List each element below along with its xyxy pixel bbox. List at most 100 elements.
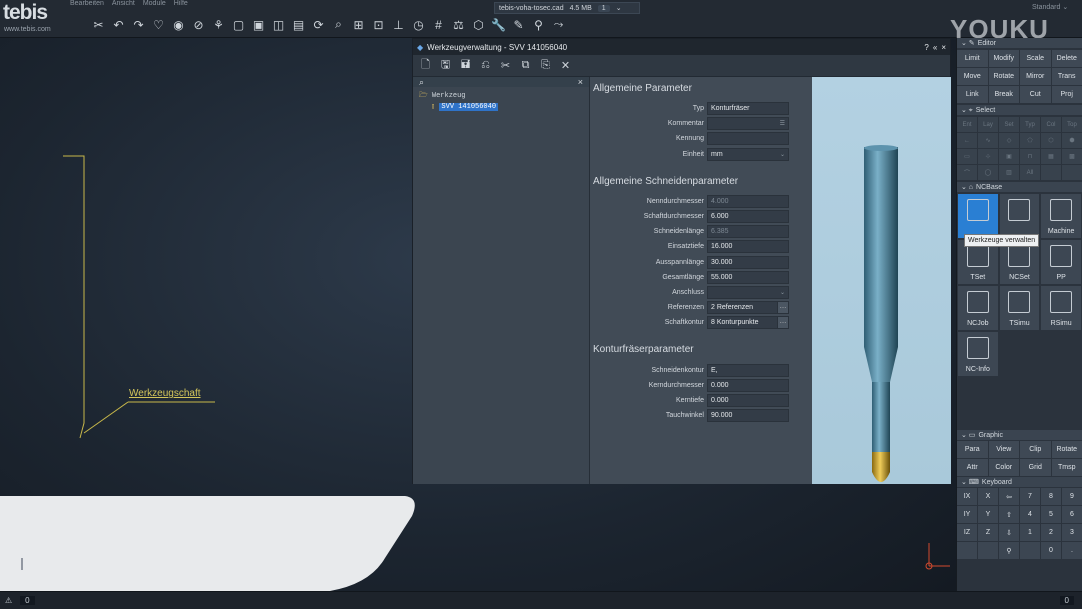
rsimu-button[interactable]: RSimu bbox=[1041, 286, 1081, 330]
schaftkontur-field[interactable]: 8 Konturpunkte… bbox=[707, 316, 789, 330]
select-solid-icon[interactable]: ⬡ bbox=[1041, 133, 1061, 148]
layout-selector[interactable]: Standard ⌄ bbox=[1032, 3, 1068, 11]
rotate-view-button[interactable]: Rotate bbox=[1051, 441, 1082, 458]
link-button[interactable]: Link bbox=[957, 86, 988, 103]
clip-button[interactable]: Clip bbox=[1020, 441, 1051, 458]
keyboard-header[interactable]: ⌄ ⌨ Keyboard bbox=[957, 477, 1082, 487]
key-probe-icon[interactable]: ⚲ bbox=[999, 542, 1019, 559]
select-line-icon[interactable]: ← bbox=[957, 133, 977, 148]
grid-button[interactable]: Grid bbox=[1020, 459, 1051, 476]
select-mesh-icon[interactable]: ⬢ bbox=[1062, 133, 1082, 148]
select-tab-top[interactable]: Top bbox=[1062, 117, 1082, 132]
color-button[interactable]: Color bbox=[988, 459, 1019, 476]
schneidenkontur-field[interactable]: E, bbox=[707, 363, 789, 377]
menu-hilfe[interactable]: Hilfe bbox=[174, 0, 188, 13]
import-icon[interactable]: ⎌ bbox=[478, 58, 493, 73]
refresh-icon[interactable]: ⟳ bbox=[310, 16, 327, 33]
edit-icon[interactable]: ☰ bbox=[780, 120, 785, 127]
search-icon[interactable]: ⌕ bbox=[419, 77, 424, 88]
copy-icon[interactable]: ⧉ bbox=[518, 58, 533, 73]
key-y[interactable]: Y bbox=[978, 506, 998, 523]
ausspannlaenge-field[interactable]: 30.000 bbox=[707, 255, 789, 269]
more-button[interactable]: … bbox=[777, 316, 789, 330]
menu-ansicht[interactable]: Ansicht bbox=[112, 0, 135, 13]
select-box-icon[interactable]: ▭ bbox=[957, 149, 977, 164]
key-iz[interactable]: IZ bbox=[957, 524, 977, 541]
select-arc-icon[interactable]: ⌒ bbox=[957, 165, 977, 180]
dialog-title-bar[interactable]: ◆ Werkzeugverwaltung - SVV 141056040 ? «… bbox=[413, 39, 950, 55]
key-3[interactable]: 3 bbox=[1062, 524, 1082, 541]
stock-button[interactable] bbox=[999, 194, 1040, 238]
tauchwinkel-field[interactable]: 90.000 bbox=[707, 409, 789, 423]
key-down-icon[interactable]: ⇩ bbox=[999, 524, 1019, 541]
proj-button[interactable]: Proj bbox=[1051, 86, 1082, 103]
key-iy[interactable]: IY bbox=[957, 506, 977, 523]
document-tab[interactable]: tebis-voha-tosec.cad 4.5 MB 1 ⌄ bbox=[494, 2, 640, 14]
tree-search-bar[interactable]: ⌕ × bbox=[413, 77, 589, 87]
menu-module[interactable]: Module bbox=[143, 0, 166, 13]
delete-button[interactable]: Delete bbox=[1051, 50, 1082, 67]
gesamtlaenge-field[interactable]: 55.000 bbox=[707, 270, 789, 284]
select-grid-icon[interactable]: ▦ bbox=[1041, 149, 1061, 164]
key-4[interactable]: 4 bbox=[1020, 506, 1040, 523]
new-file-icon[interactable]: 🗋 bbox=[418, 58, 433, 73]
select-tab-set[interactable]: Set bbox=[999, 117, 1019, 132]
delete-icon[interactable]: ✕ bbox=[558, 58, 573, 73]
tsimu-button[interactable]: TSimu bbox=[999, 286, 1040, 330]
fit-icon[interactable]: ⊞ bbox=[350, 16, 367, 33]
collapse-button[interactable]: « bbox=[933, 43, 937, 52]
frame-icon[interactable]: ⊡ bbox=[370, 16, 387, 33]
key-0[interactable]: 0 bbox=[1041, 542, 1061, 559]
schaftdurchmesser-field[interactable]: 6.000 bbox=[707, 210, 789, 224]
menu-bearbeiten[interactable]: Bearbeiten bbox=[70, 0, 104, 13]
cut-icon[interactable]: ✂ bbox=[498, 58, 513, 73]
modify-button[interactable]: Modify bbox=[988, 50, 1019, 67]
ncbase-header[interactable]: ⌄ ⌂ NCBase bbox=[957, 182, 1082, 192]
select-face-icon[interactable]: ◇ bbox=[999, 133, 1019, 148]
search-icon[interactable]: ⌕ bbox=[330, 16, 347, 33]
help-button[interactable]: ? bbox=[924, 43, 928, 52]
undo-icon[interactable]: ↶ bbox=[110, 16, 127, 33]
einsatztiefe-field[interactable]: 16.000 bbox=[707, 240, 789, 254]
save-as-icon[interactable]: 🖬 bbox=[458, 58, 473, 73]
machine-button[interactable]: Machine bbox=[1041, 194, 1081, 238]
tool-manager-button[interactable] bbox=[958, 194, 998, 238]
kerndurchmesser-field[interactable]: 0.000 bbox=[707, 378, 789, 392]
kennung-field[interactable] bbox=[707, 132, 789, 146]
view-button[interactable]: View bbox=[988, 441, 1019, 458]
save-icon[interactable]: 🖫 bbox=[438, 58, 453, 73]
ncjob-button[interactable]: NCJob bbox=[958, 286, 998, 330]
key-ix[interactable]: IX bbox=[957, 488, 977, 505]
cut-icon[interactable]: ✂ bbox=[90, 16, 107, 33]
key-1[interactable]: 1 bbox=[1020, 524, 1040, 541]
key-2[interactable]: 2 bbox=[1041, 524, 1061, 541]
select-set-icon[interactable]: ▥ bbox=[999, 165, 1019, 180]
kerntiefe-field[interactable]: 0.000 bbox=[707, 393, 789, 407]
tmsp-button[interactable]: Tmsp bbox=[1051, 459, 1082, 476]
pp-button[interactable]: PP bbox=[1041, 240, 1081, 284]
break-button[interactable]: Break bbox=[988, 86, 1019, 103]
select-curve-icon[interactable]: ∿ bbox=[978, 133, 998, 148]
measure-icon[interactable]: ⚖ bbox=[450, 16, 467, 33]
axis-icon[interactable]: ⊥ bbox=[390, 16, 407, 33]
anschluss-select[interactable]: ⌄ bbox=[707, 285, 789, 299]
box-open-icon[interactable]: ◫ bbox=[270, 16, 287, 33]
kommentar-field[interactable]: ☰ bbox=[707, 117, 789, 131]
select-point-icon[interactable]: ⊹ bbox=[978, 149, 998, 164]
eye-icon[interactable]: ◉ bbox=[170, 16, 187, 33]
select-header[interactable]: ⌄ ⌖ Select bbox=[957, 105, 1082, 115]
more-button[interactable]: … bbox=[777, 301, 789, 315]
select-loop-icon[interactable]: ◯ bbox=[978, 165, 998, 180]
close-button[interactable]: × bbox=[941, 43, 946, 52]
attr-button[interactable]: Attr bbox=[957, 459, 988, 476]
tool-icon[interactable]: ⚲ bbox=[530, 16, 547, 33]
key-6[interactable]: 6 bbox=[1062, 506, 1082, 523]
paste-icon[interactable]: ⎘ bbox=[538, 58, 553, 73]
select-tab-lay[interactable]: Lay bbox=[978, 117, 998, 132]
key-up-icon[interactable]: ⇧ bbox=[999, 506, 1019, 523]
redo-icon[interactable]: ↷ bbox=[130, 16, 147, 33]
filter-icon[interactable]: ⚘ bbox=[210, 16, 227, 33]
referenzen-field[interactable]: 2 Referenzen… bbox=[707, 301, 789, 315]
path-icon[interactable]: ⤳ bbox=[550, 16, 567, 33]
select-pattern-icon[interactable]: ▩ bbox=[1062, 149, 1082, 164]
